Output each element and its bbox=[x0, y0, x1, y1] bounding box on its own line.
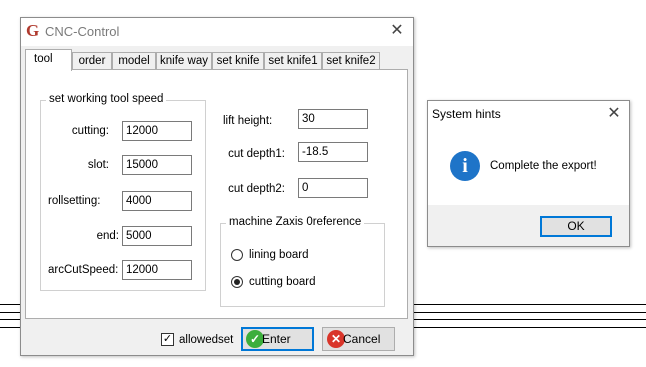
slot-speed-input[interactable]: 15000 bbox=[122, 155, 192, 175]
speed-group: set working tool speed cutting: 12000 sl… bbox=[40, 93, 206, 291]
tab-model[interactable]: model bbox=[112, 52, 156, 69]
rollsetting-speed-input[interactable]: 4000 bbox=[122, 191, 192, 211]
title-bar[interactable]: G CNC-Control ✕ bbox=[21, 18, 413, 46]
lining-board-label[interactable]: lining board bbox=[249, 248, 308, 262]
speed-group-title: set working tool speed bbox=[46, 93, 167, 105]
tab-order[interactable]: order bbox=[72, 52, 112, 69]
cancel-button-label: Cancel bbox=[343, 332, 381, 346]
dialog-message: Complete the export! bbox=[490, 160, 597, 172]
cutting-label: cutting: bbox=[71, 125, 109, 137]
information-icon: i bbox=[450, 151, 480, 181]
tab-set-knife1[interactable]: set knife1 bbox=[264, 52, 322, 69]
cutting-board-label[interactable]: cutting board bbox=[249, 275, 316, 289]
end-label: end: bbox=[96, 230, 119, 242]
arc-cut-speed-input[interactable]: 12000 bbox=[122, 260, 192, 280]
cancel-button[interactable]: ✕ Cancel bbox=[322, 327, 395, 351]
lift-height-input[interactable]: 30 bbox=[298, 109, 368, 129]
app-logo-icon: G bbox=[26, 21, 40, 40]
lining-board-radio[interactable] bbox=[231, 249, 243, 261]
dialog-body: System hints ✕ i Complete the export! bbox=[428, 101, 629, 205]
rollsetting-label: rollsetting: bbox=[48, 195, 101, 207]
allowedset-label[interactable]: allowedset bbox=[179, 333, 233, 347]
cutting-speed-input[interactable]: 12000 bbox=[122, 121, 192, 141]
cutting-board-radio[interactable] bbox=[231, 276, 243, 288]
enter-button[interactable]: ✓ Enter bbox=[241, 327, 314, 351]
tab-knife-way[interactable]: knife way bbox=[156, 52, 212, 69]
allowedset-checkbox[interactable]: ✓ bbox=[161, 333, 174, 346]
cut-depth2-label: cut depth2: bbox=[228, 183, 285, 195]
ok-button[interactable]: OK bbox=[540, 216, 612, 237]
slot-label: slot: bbox=[87, 159, 109, 171]
system-hints-dialog: System hints ✕ i Complete the export! OK bbox=[427, 100, 630, 247]
cnc-control-window: G CNC-Control ✕ tool order model knife w… bbox=[20, 17, 414, 356]
tab-set-knife[interactable]: set knife bbox=[212, 52, 264, 69]
close-icon[interactable]: ✕ bbox=[385, 20, 409, 42]
cut-depth1-input[interactable]: -18.5 bbox=[298, 142, 368, 162]
zaxis-group-title: machine Zaxis 0reference bbox=[226, 216, 365, 228]
end-speed-input[interactable]: 5000 bbox=[122, 226, 192, 246]
tool-tab-panel: set working tool speed cutting: 12000 sl… bbox=[25, 69, 408, 319]
radio-selected-dot bbox=[234, 279, 240, 285]
dialog-close-icon[interactable]: ✕ bbox=[602, 103, 626, 125]
arc-cut-speed-label: arcCutSpeed: bbox=[48, 264, 119, 276]
tab-tool[interactable]: tool bbox=[25, 49, 72, 71]
window-title: CNC-Control bbox=[45, 24, 120, 39]
lift-height-label: lift height: bbox=[223, 115, 273, 127]
enter-button-label: Enter bbox=[262, 332, 291, 346]
cut-depth2-input[interactable]: 0 bbox=[298, 178, 368, 198]
tab-set-knife2[interactable]: set knife2 bbox=[322, 52, 380, 69]
zaxis-reference-group: machine Zaxis 0reference lining board cu… bbox=[220, 216, 385, 307]
dialog-title: System hints bbox=[432, 107, 501, 121]
cut-depth1-label: cut depth1: bbox=[228, 148, 285, 160]
